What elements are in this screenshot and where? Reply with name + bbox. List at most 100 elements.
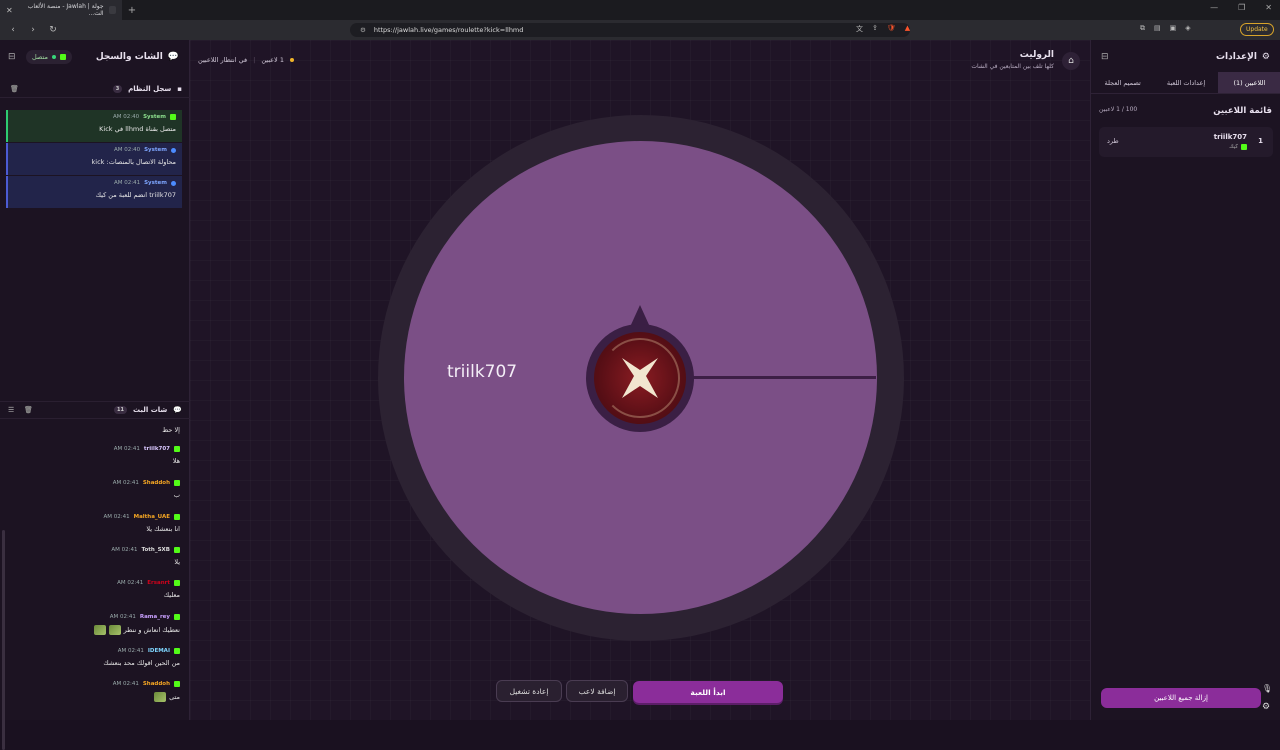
browser-tab[interactable]: جولة | Jawlah - منصة الألعاب الت... ✕ [0, 0, 122, 20]
close-window-icon[interactable]: ✕ [1265, 3, 1272, 12]
waiting-text: في انتظار اللاعبين [198, 56, 248, 64]
chat-text: يلا [174, 558, 180, 566]
chat-username[interactable]: Shaddoh [143, 681, 170, 687]
kick-icon [174, 648, 180, 654]
chat-message: إلا حظ [10, 426, 180, 434]
log-item: System 02:40 AM محاولة الاتصال بالمنصات: … [6, 143, 182, 175]
player-list-count: 100 / 1 لاعبين [1099, 106, 1138, 113]
settings-panel: الإعدادات ⚙ ⊟ اللاعبين (1) إعدادات اللعب… [1090, 40, 1280, 720]
chat-time: 02:41 AM [117, 580, 144, 586]
chat-message: IDEMAI 02:41 AM من الحين اقولك محد بنعشك [10, 648, 180, 667]
extensions-bar: ⧉ ▤ ▣ ◈ [1140, 24, 1191, 33]
menu-icon[interactable]: ☰ [8, 406, 14, 414]
status-dot-icon [289, 58, 294, 62]
restart-button[interactable]: إعادة تشغيل [496, 680, 562, 702]
maximize-icon[interactable]: ❐ [1238, 3, 1245, 12]
wallet-icon[interactable]: ▣ [1170, 24, 1177, 33]
log-sender: System [143, 114, 166, 120]
trash-icon[interactable]: 🗑 [24, 406, 33, 414]
chat-time: 02:41 AM [112, 681, 139, 687]
vpn-icon[interactable]: ◈ [1185, 24, 1190, 33]
panel-title: الشات والسجل 💬 [96, 52, 179, 62]
update-button[interactable]: Update [1240, 23, 1274, 36]
settings-tabs: اللاعبين (1) إعدادات اللعبة تصميم العجلة [1091, 72, 1280, 94]
brave-rewards-icon[interactable]: ▲ [905, 24, 910, 34]
kick-player-button[interactable]: طرد [1107, 137, 1119, 145]
chat-message: Maltha_UAE 02:41 AM انا بنعشك يلا [10, 514, 180, 533]
new-tab-icon[interactable]: + [122, 5, 142, 16]
remove-all-players-button[interactable]: إزالة جميع اللاعبين [1101, 688, 1261, 708]
divider: | [253, 56, 256, 64]
chat-time: 02:41 AM [117, 648, 144, 654]
platform-text: كيك [1229, 144, 1238, 150]
player-index: 1 [1258, 137, 1263, 145]
reload-icon[interactable]: ↻ [46, 25, 60, 35]
chat-username[interactable]: Toth_SXB [142, 547, 171, 553]
chat-time: 02:41 AM [112, 480, 139, 486]
add-player-button[interactable]: إضافة لاعب [566, 680, 628, 702]
brave-shield-icon[interactable]: 🛡 [887, 24, 896, 34]
microphone-icon[interactable]: 🎙 [1262, 684, 1272, 693]
kick-icon [174, 614, 180, 620]
jawlah-logo-icon [622, 358, 658, 398]
live-chat-header: ☰ 🗑 11 شات البث 💬 [0, 401, 190, 419]
chat-time: 02:41 AM [109, 614, 136, 620]
panel-title-text: الشات والسجل [95, 52, 163, 62]
chat-text: نعطيك انعاش و ننطر [123, 626, 180, 634]
wheel-segment-label: triilk707 [447, 362, 518, 382]
chat-username[interactable]: triilk707 [144, 446, 170, 452]
chat-username[interactable]: IDEMAI [148, 648, 170, 654]
chat-text: انا بنعشك يلا [146, 525, 180, 533]
forward-icon[interactable]: › [26, 25, 40, 35]
chat-text: من الحين اقولك محد بنعشك [103, 659, 180, 667]
chat-message: Toth_SXB 02:41 AM يلا [10, 547, 180, 566]
live-chat-count: 11 [114, 406, 127, 414]
emote-icon [108, 625, 121, 635]
start-game-button[interactable]: ابدأ اللعبة [633, 681, 783, 703]
sidebar-icon[interactable]: ▤ [1154, 24, 1161, 33]
log-item: System 02:40 AM متصل بقناة llhmd في Kick [6, 110, 182, 142]
collapse-panel-icon[interactable]: ⊟ [8, 52, 16, 62]
player-list-title: قائمة اللاعبين [1213, 106, 1272, 116]
url-text[interactable]: https://jawlah.live/games/roulette?kick=… [374, 26, 524, 34]
collapse-panel-icon[interactable]: ⊟ [1101, 52, 1109, 62]
tab-players[interactable]: اللاعبين (1) [1217, 72, 1280, 93]
kick-icon [174, 681, 180, 687]
chat-username[interactable]: Rama_rey [140, 614, 170, 620]
status-dot-icon [52, 55, 57, 59]
emote-icon [154, 692, 167, 702]
player-name: triilk707 [1213, 133, 1247, 141]
chat-icon: 💬 [167, 52, 179, 62]
url-bar[interactable]: ⚙ https://jawlah.live/games/roulette?kic… [350, 23, 910, 37]
close-icon[interactable]: ✕ [6, 6, 13, 15]
tab-wheel-design[interactable]: تصميم العجلة [1091, 72, 1154, 93]
game-status: 1 لاعبين | في انتظار اللاعبين [198, 56, 294, 64]
system-log-count: 3 [112, 84, 123, 93]
chat-username[interactable]: Shaddoh [143, 480, 170, 486]
chat-message: triilk707 02:41 AM هلا [10, 446, 180, 465]
extensions-icon[interactable]: ⧉ [1140, 24, 1145, 33]
log-time: 02:40 AM [113, 147, 141, 153]
game-header: الروليت كلها تلف بين المتابعين في الشات [971, 50, 1054, 70]
tab-game-settings[interactable]: إعدادات اللعبة [1154, 72, 1217, 93]
translate-icon[interactable]: 文 [856, 24, 863, 34]
home-icon[interactable]: ⌂ [1062, 52, 1080, 70]
chat-message: Rama_rey 02:41 AM نعطيك انعاش و ننطر [10, 614, 180, 635]
minimize-icon[interactable]: — [1210, 3, 1218, 12]
kick-icon [170, 114, 176, 120]
back-icon[interactable]: ‹ [6, 25, 20, 35]
chat-username[interactable]: Maltha_UAE [134, 514, 170, 520]
kick-icon [1241, 144, 1247, 150]
info-dot-icon [171, 147, 176, 153]
chat-username[interactable]: Ersanrt [147, 580, 170, 586]
site-info-icon[interactable]: ⚙ [360, 26, 366, 34]
status-text: متصل [32, 53, 49, 61]
kick-icon [174, 547, 180, 553]
chat-text: إلا حظ [162, 426, 180, 434]
settings-gear-icon[interactable]: ⚙ [1262, 702, 1270, 712]
chat-time: 02:41 AM [111, 547, 138, 553]
share-icon[interactable]: ⇪ [872, 24, 878, 34]
chat-text: هلا [172, 457, 180, 465]
chat-scrollbar[interactable] [2, 530, 5, 750]
trash-icon[interactable]: 🗑 [10, 85, 19, 93]
